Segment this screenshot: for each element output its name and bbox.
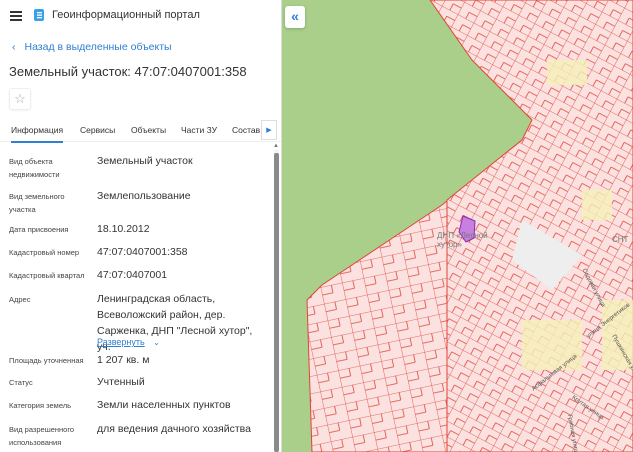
favorite-star-icon[interactable]: ☆ (9, 88, 31, 110)
chevron-left-icon: ‹ (12, 41, 16, 53)
page-title: Земельный участок: 47:07:0407001:358 (9, 64, 247, 79)
tabs-next-button[interactable]: ▶ (261, 120, 277, 140)
field-label: Вид объекта недвижимости (9, 157, 60, 179)
field-label: Статус (9, 378, 33, 387)
tab-bar: Информация Сервисы Объекты Части ЗУ Сост… (0, 120, 281, 143)
cadastral-map[interactable]: ДНП «Лесной хутор» СНТ Садовая улица ули… (282, 0, 633, 452)
back-link[interactable]: ‹ Назад в выделенные объекты (12, 41, 172, 53)
menu-icon[interactable] (10, 11, 22, 21)
info-panel: Геоинформационный портал ‹ Назад в выделе… (0, 0, 282, 452)
tab-services[interactable]: Сервисы (80, 125, 115, 135)
map-canvas (306, 0, 633, 452)
field-label: Кадастровый квартал (9, 271, 85, 280)
field-value: Землепользование (97, 190, 191, 202)
field-label: Вид земельного участка (9, 192, 65, 214)
field-label: Дата присвоения (9, 225, 69, 234)
scrollbar-thumb[interactable] (274, 153, 279, 452)
field-label: Адрес (9, 295, 31, 304)
tab-objects[interactable]: Объекты (131, 125, 166, 135)
field-label: Площадь уточненная (9, 356, 84, 365)
field-value: 47:07:0407001:358 (97, 246, 188, 258)
chevron-down-icon[interactable]: ⌄ (153, 338, 160, 347)
app-title: Геоинформационный портал (52, 9, 200, 21)
field-label: Вид разрешенного использования (9, 425, 75, 447)
scroll-up-icon[interactable]: ▲ (273, 143, 279, 149)
field-value: 47:07:0407001 (97, 269, 168, 281)
field-value: 18.10.2012 (97, 223, 150, 235)
field-label: Категория земель (9, 401, 72, 410)
map-label-snt: СНТ (612, 235, 629, 244)
app-header: Геоинформационный портал (0, 0, 281, 33)
back-link-label: Назад в выделенные объекты (24, 41, 172, 53)
field-value: Земли населенных пунктов (97, 399, 231, 411)
collapse-panel-button[interactable]: « (285, 6, 305, 28)
field-value: Учтенный (97, 376, 145, 388)
field-value: для ведения дачного хозяйства (97, 423, 251, 435)
field-value: Земельный участок (97, 155, 193, 167)
map-label-dnp: ДНП «Лесной хутор» (437, 231, 488, 249)
expand-link[interactable]: Развернуть (97, 337, 145, 347)
tab-composition[interactable]: Состав (232, 125, 260, 135)
field-value: 1 207 кв. м (97, 354, 150, 366)
portal-logo-icon (34, 9, 44, 21)
field-label: Кадастровый номер (9, 248, 80, 257)
tab-parts[interactable]: Части ЗУ (181, 125, 217, 135)
tab-info[interactable]: Информация (11, 125, 64, 143)
